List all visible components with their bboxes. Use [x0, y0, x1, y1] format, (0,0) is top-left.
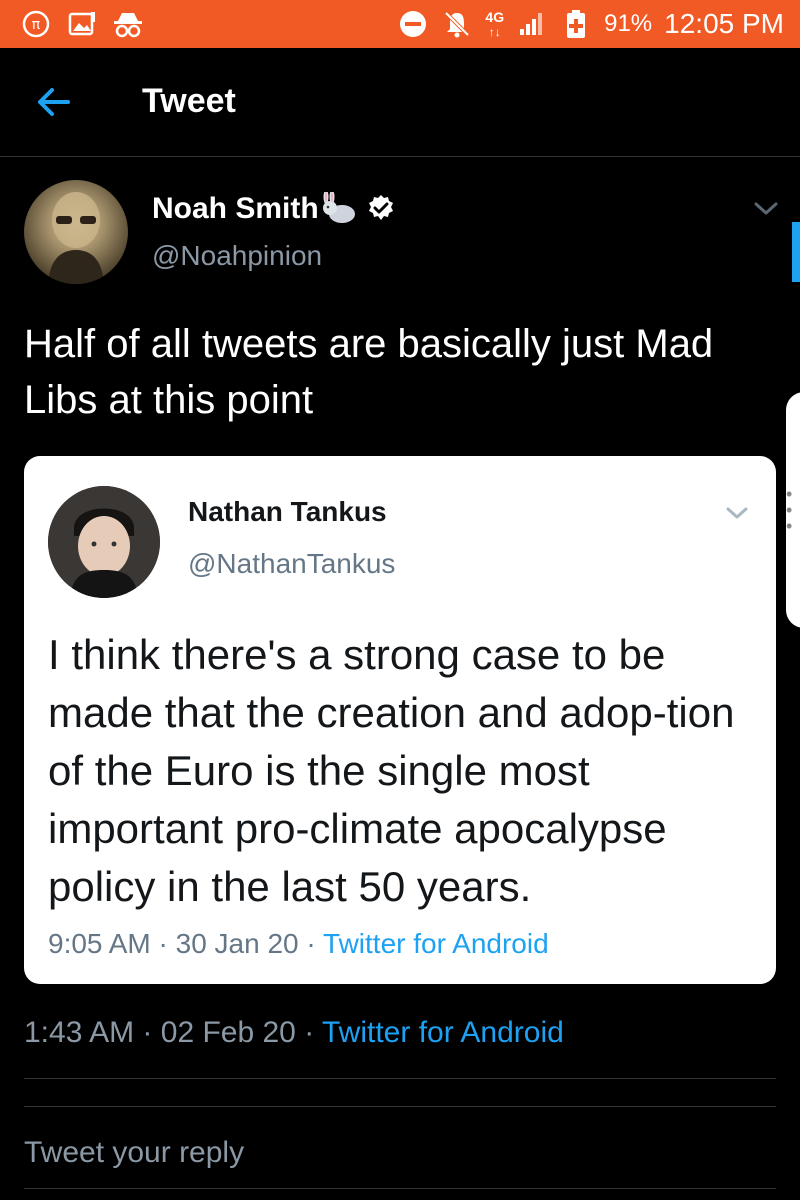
reply-input[interactable]: Tweet your reply — [24, 1136, 244, 1170]
page-title: Tweet — [142, 82, 236, 120]
quoted-tweet-date: 30 Jan 20 — [175, 928, 299, 959]
meta-separator: · — [142, 1016, 153, 1049]
chevron-down-icon[interactable] — [724, 502, 750, 524]
quoted-tweet-source[interactable]: Twitter for Android — [323, 928, 549, 959]
svg-text:π: π — [32, 17, 41, 33]
quoted-tweet-meta: 9:05 AM · 30 Jan 20 · Twitter for Androi… — [48, 928, 549, 960]
divider — [24, 1106, 776, 1107]
tweet-source[interactable]: Twitter for Android — [322, 1016, 564, 1049]
incognito-icon — [112, 8, 144, 40]
status-right-icons: 4G ↑↓ 91% 12:05 PM — [397, 0, 784, 48]
tweet-text: Half of all tweets are basically just Ma… — [24, 322, 714, 422]
quoted-tweet-card[interactable]: Nathan Tankus @NathanTankus I think ther… — [24, 456, 776, 984]
edge-panel-dots: • • • — [786, 484, 793, 536]
clock: 12:05 PM — [664, 8, 784, 39]
battery-icon — [560, 8, 592, 40]
quoted-author-name[interactable]: Nathan Tankus — [188, 496, 387, 528]
meta-separator: · — [158, 928, 168, 959]
quoted-author-handle[interactable]: @NathanTankus — [188, 548, 395, 580]
reply-underline — [24, 1188, 776, 1189]
signal-icon — [516, 8, 548, 40]
scroll-indicator — [792, 222, 800, 282]
tweet-meta: 1:43 AM · 02 Feb 20 · Twitter for Androi… — [24, 1016, 564, 1050]
tweet-date: 02 Feb 20 — [160, 1016, 296, 1049]
quoted-author-avatar[interactable] — [48, 486, 160, 598]
author-avatar[interactable] — [24, 180, 128, 284]
quoted-tweet-text: I think there's a strong case to be made… — [48, 631, 735, 910]
author-badges — [318, 190, 396, 229]
image-notification-icon — [66, 8, 98, 40]
meta-separator: · — [306, 928, 316, 959]
chevron-down-icon[interactable] — [752, 196, 780, 220]
network-type: 4G ↑↓ — [485, 8, 505, 39]
rabbit-emoji-icon — [318, 190, 358, 229]
status-bar: π 4G ↑↓ 91% 12:05 PM — [0, 0, 800, 48]
arrow-left-icon[interactable] — [34, 82, 74, 122]
author-handle[interactable]: @Noahpinion — [152, 240, 322, 272]
tweet-time: 1:43 AM — [24, 1016, 135, 1049]
do-not-disturb-icon — [397, 8, 429, 40]
notifications-muted-icon — [441, 8, 473, 40]
meta-separator: · — [304, 1016, 315, 1049]
divider — [24, 1078, 776, 1079]
quoted-tweet-time: 9:05 AM — [48, 928, 151, 959]
battery-percent: 91% — [604, 10, 653, 37]
pi-icon: π — [20, 8, 52, 40]
status-left-icons: π — [20, 8, 144, 40]
author-name[interactable]: Noah Smith — [152, 192, 319, 226]
verified-badge-icon — [366, 193, 396, 228]
app-header: Tweet — [0, 48, 800, 157]
